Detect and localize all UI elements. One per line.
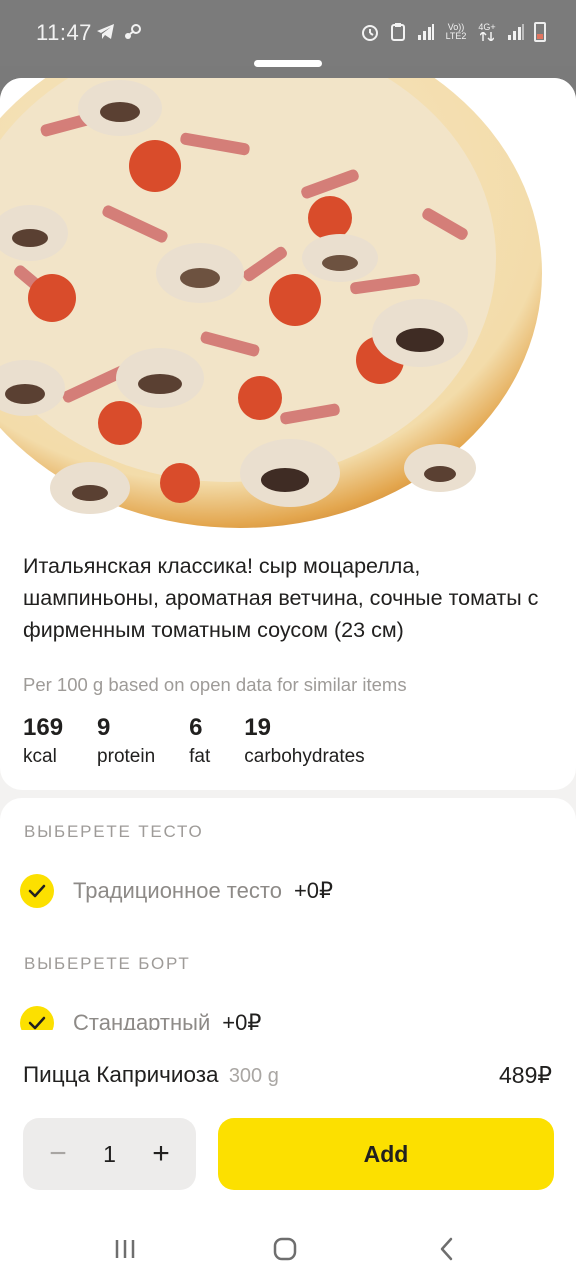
crust-section-title: ВЫБЕРЕТЕ БОРТ [24,954,191,973]
dough-option-traditional[interactable]: Традиционное тесто +0₽ [20,874,333,908]
app-notification-icon [388,22,408,42]
product-title: Пицца Капричиоза 300 g [23,1062,279,1088]
check-icon [20,874,54,908]
signal-icon-2 [506,22,526,42]
volte-indicator: Vo)) LTE2 [445,22,467,41]
status-bar: 11:47 Vo)) LTE2 4G+ [0,0,576,67]
increment-button[interactable]: + [148,1137,174,1170]
nutrition-facts: 169 kcal 9 protein 6 fat 19 carbohydrate… [23,714,399,772]
pizza-image [0,78,576,528]
product-price: 489₽ [498,1062,552,1088]
nutrition-kcal: 169 kcal [23,714,64,767]
product-name: Пицца Капричиоза [23,1062,219,1087]
signal-icon [416,22,436,42]
telegram-icon [96,22,116,42]
nutrition-fat: 6 fat [189,714,211,767]
steam-icon [122,22,142,42]
quantity-value: 1 [103,1140,116,1167]
quantity-stepper: − 1 + [23,1118,196,1190]
nutrition-carbohydrates: 19 carbohydrates [244,714,365,767]
product-weight: 300 g [228,1065,279,1087]
dough-section-title: ВЫБЕРЕТЕ ТЕСТО [24,822,204,841]
sheet-drag-handle[interactable] [254,60,322,67]
recent-apps-icon[interactable] [110,1234,140,1264]
product-description: Итальянская классика! сыр моцарелла, шам… [23,554,539,642]
home-icon[interactable] [270,1234,300,1264]
nutrition-protein: 9 protein [97,714,156,767]
purchase-bar: Пицца Капричиоза 300 g 489₽ − 1 + Add [0,1030,576,1280]
product-card: Итальянская классика! сыр моцарелла, шам… [0,78,576,790]
data-indicator: 4G+ [476,22,498,42]
add-to-cart-button[interactable]: Add [218,1118,554,1190]
alarm-icon [360,22,380,42]
status-time: 11:47 [36,20,92,45]
battery-icon [534,22,546,42]
nutrition-note: Per 100 g based on open data for similar… [23,674,407,695]
decrement-button[interactable]: − [45,1137,71,1170]
dough-option-price: +0₽ [293,878,334,903]
dough-option-label: Традиционное тесто [73,878,282,903]
back-icon[interactable] [432,1234,462,1264]
system-nav-bar [0,1220,576,1280]
